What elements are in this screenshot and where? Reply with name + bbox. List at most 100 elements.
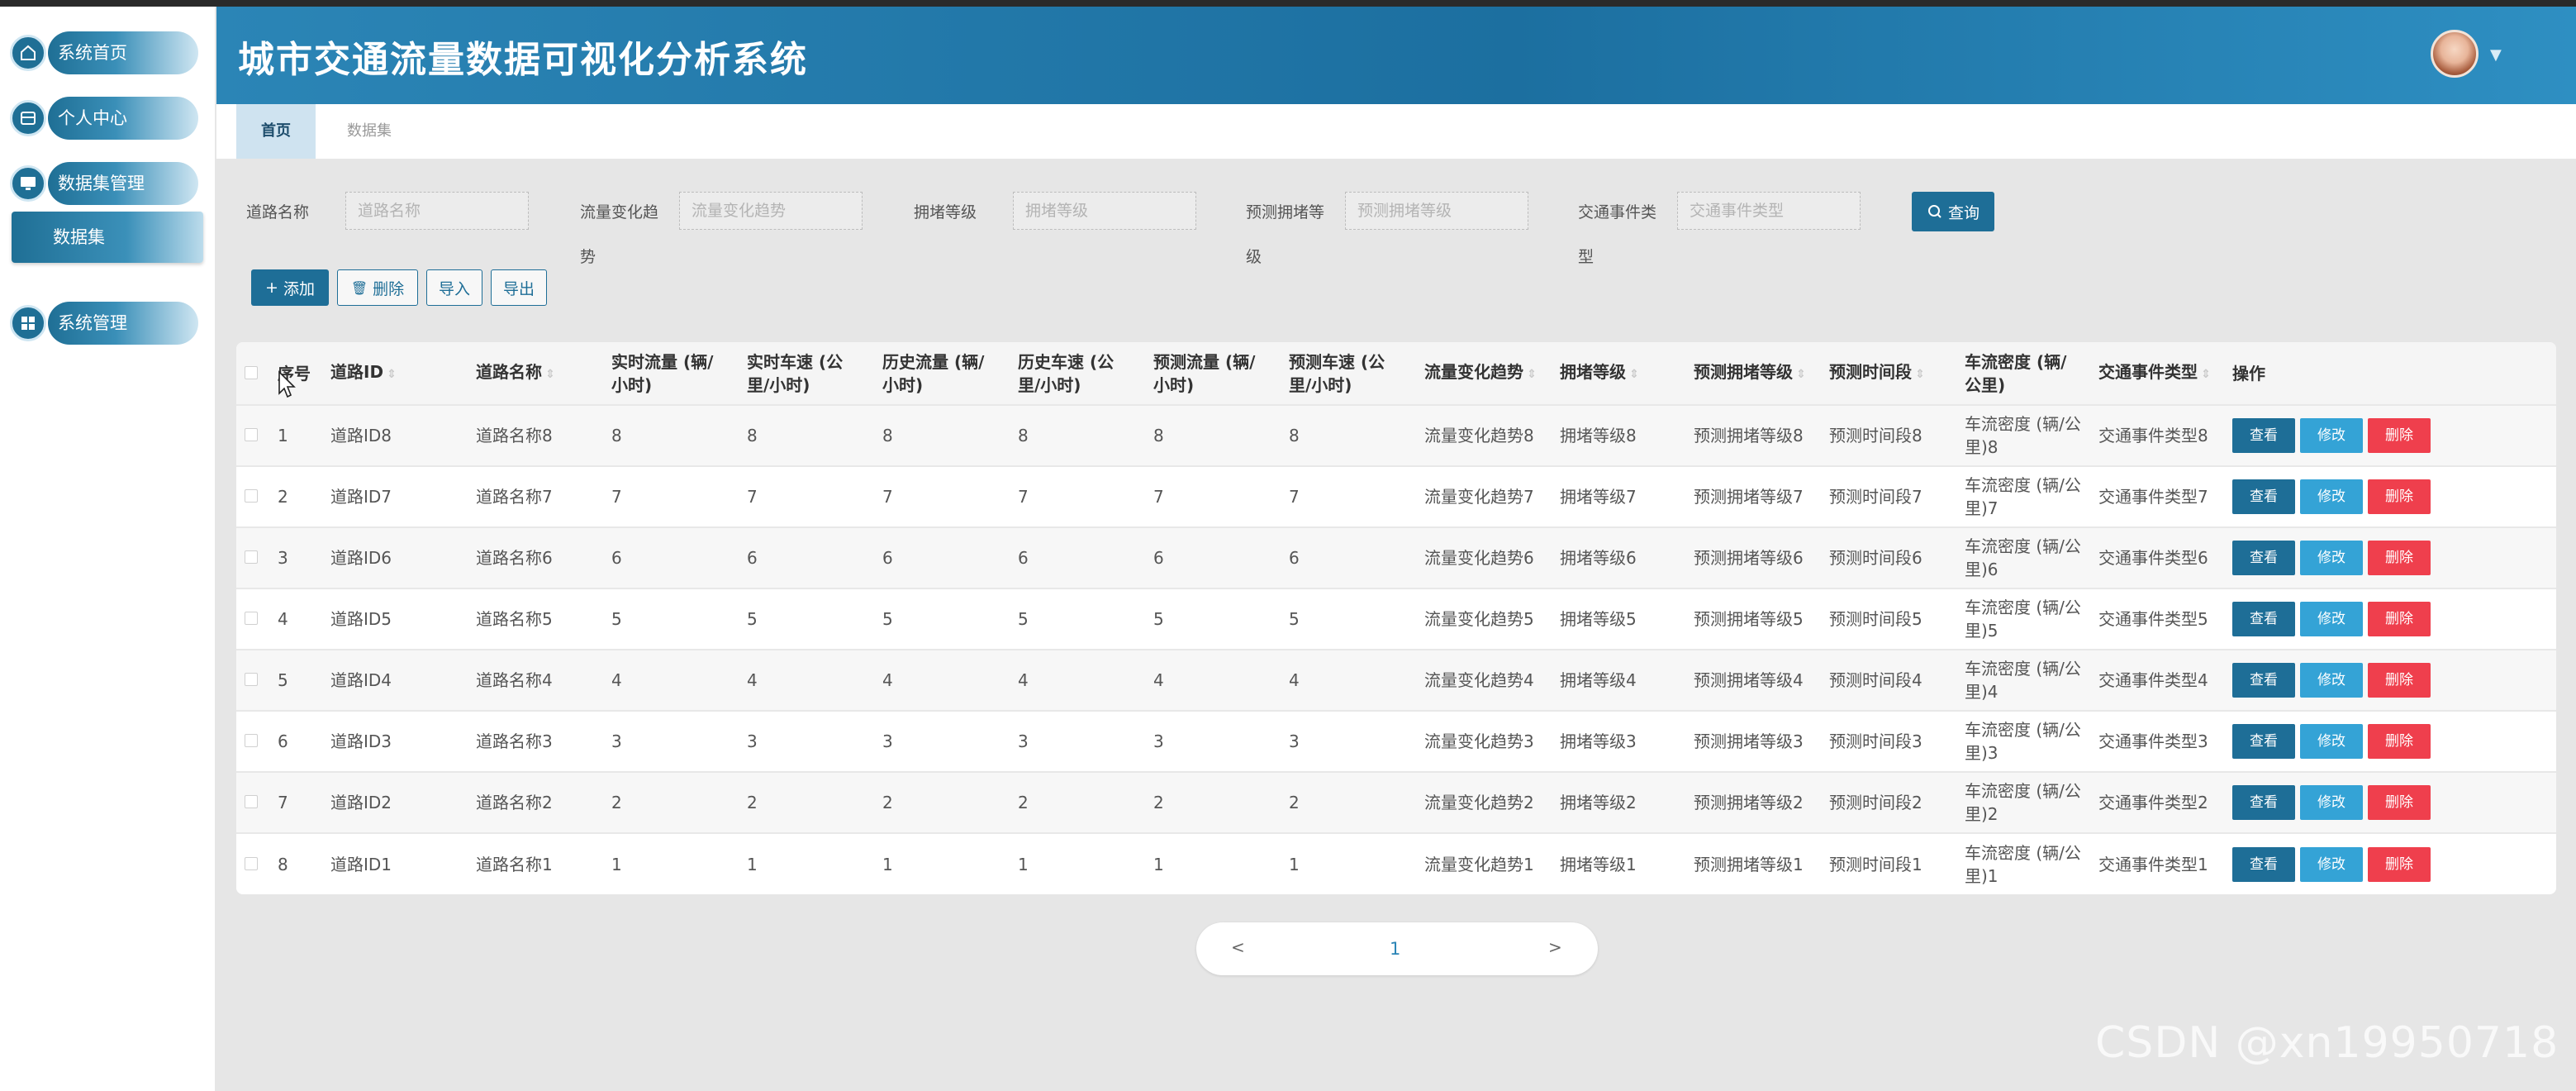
cell-event: 交通事件类型6 (2090, 526, 2224, 588)
delete-button[interactable]: 删除 (2368, 602, 2431, 636)
tab-dataset[interactable]: 数据集 (322, 104, 416, 159)
prev-page-button[interactable]: < (1231, 922, 1245, 972)
cell-rt-flow: 1 (603, 832, 739, 894)
home-icon (10, 35, 46, 71)
cell-density: 车流密度 (辆/公 里)8 (1956, 404, 2090, 466)
caret-down-icon[interactable]: ▼ (2490, 46, 2502, 64)
delete-button[interactable]: 删除 (2368, 418, 2431, 453)
grid-icon (10, 305, 46, 341)
sort-icon[interactable]: ⇕ (387, 368, 397, 381)
sort-icon[interactable]: ⇕ (2201, 368, 2211, 381)
cell-event: 交通事件类型3 (2090, 710, 2224, 772)
col-header-density[interactable]: 车流密度 (辆/公里) (1956, 342, 2090, 405)
delete-button[interactable]: 删除 (2368, 785, 2431, 820)
col-header-road-name[interactable]: 道路名称 ⇕ (468, 342, 603, 405)
edit-button[interactable]: 修改 (2300, 602, 2363, 636)
flow-trend-input[interactable] (679, 192, 863, 230)
avatar[interactable] (2431, 30, 2479, 78)
road-name-input[interactable] (345, 192, 529, 230)
edit-button[interactable]: 修改 (2300, 785, 2363, 820)
view-button[interactable]: 查看 (2232, 541, 2295, 575)
cell-pred-period: 预测时间段1 (1821, 832, 1956, 894)
col-header-pred-period[interactable]: 预测时间段 ⇕ (1821, 342, 1956, 405)
edit-button[interactable]: 修改 (2300, 663, 2363, 698)
sort-icon[interactable]: ⇕ (1629, 368, 1639, 381)
row-checkbox[interactable] (236, 526, 269, 588)
cell-seq: 2 (269, 465, 322, 527)
col-header-trend[interactable]: 流量变化趋势 ⇕ (1416, 342, 1552, 405)
row-checkbox[interactable] (236, 710, 269, 772)
sort-icon[interactable]: ⇕ (1915, 368, 1925, 381)
cell-density: 车流密度 (辆/公 里)3 (1956, 710, 2090, 772)
col-header-hist-speed[interactable]: 历史车速 (公 里/小时) (1010, 342, 1145, 405)
congestion-input[interactable] (1013, 192, 1196, 230)
col-header-pred-flow[interactable]: 预测流量 (辆/小时) (1145, 342, 1281, 405)
row-checkbox[interactable] (236, 771, 269, 833)
edit-button[interactable]: 修改 (2300, 846, 2363, 882)
delete-button[interactable]: 删除 (2368, 663, 2431, 698)
delete-button[interactable]: 删除 (2368, 724, 2431, 759)
cell-pred-flow: 7 (1145, 465, 1281, 527)
view-button[interactable]: 查看 (2232, 724, 2295, 759)
view-button[interactable]: 查看 (2232, 602, 2295, 636)
export-button[interactable]: 导出 (491, 269, 547, 306)
cell-event: 交通事件类型2 (2090, 771, 2224, 833)
sort-icon[interactable]: ⇕ (1527, 368, 1537, 381)
cell-actions: 查看 修改 删除 (2224, 588, 2556, 650)
cell-pred-period: 预测时间段7 (1821, 465, 1956, 527)
col-header-congestion[interactable]: 拥堵等级 ⇕ (1552, 342, 1685, 405)
row-checkbox[interactable] (236, 588, 269, 650)
col-header-hist-flow[interactable]: 历史流量 (辆/小时) (874, 342, 1010, 405)
table-header-row: 序号 道路ID ⇕ 道路名称 ⇕ 实时流量 (辆/小时) 实时车速 (公 里/小时) … (236, 342, 2556, 405)
col-header-pred-speed[interactable]: 预测车速 (公 里/小时) (1281, 342, 1416, 405)
sidebar-subitem-dataset[interactable]: 数据集 (12, 212, 203, 263)
event-type-input[interactable] (1677, 192, 1861, 230)
cell-road-id: 道路ID7 (322, 465, 468, 527)
cell-trend: 流量变化趋势7 (1416, 465, 1552, 527)
cell-pred-flow: 4 (1145, 649, 1281, 711)
mouse-cursor-icon (278, 370, 296, 398)
delete-button[interactable]: 删除 (2368, 541, 2431, 575)
page-number-1[interactable]: 1 (1390, 922, 1400, 975)
pred-congestion-input[interactable] (1345, 192, 1528, 230)
row-checkbox[interactable] (236, 404, 269, 466)
import-button[interactable]: 导入 (426, 269, 482, 306)
view-button[interactable]: 查看 (2232, 846, 2295, 882)
delete-button[interactable]: 删除 (2368, 846, 2431, 882)
col-header-road-id[interactable]: 道路ID ⇕ (322, 342, 468, 405)
sort-icon[interactable]: ⇕ (545, 368, 555, 381)
sort-icon[interactable]: ⇕ (1796, 368, 1806, 381)
cell-actions: 查看 修改 删除 (2224, 465, 2556, 527)
view-button[interactable]: 查看 (2232, 663, 2295, 698)
select-all-checkbox[interactable] (236, 342, 269, 405)
edit-button[interactable]: 修改 (2300, 724, 2363, 759)
query-button[interactable]: 查询 (1912, 192, 1994, 231)
add-button[interactable]: + 添加 (251, 269, 329, 306)
col-header-pred-congestion[interactable]: 预测拥堵等级 ⇕ (1685, 342, 1821, 405)
next-page-button[interactable]: > (1548, 922, 1562, 972)
cell-pred-congestion: 预测拥堵等级2 (1685, 771, 1821, 833)
row-checkbox[interactable] (236, 832, 269, 894)
col-header-rt-flow[interactable]: 实时流量 (辆/小时) (603, 342, 739, 405)
view-button[interactable]: 查看 (2232, 418, 2295, 453)
batch-delete-button[interactable]: 🗑 删除 (337, 269, 418, 306)
edit-button[interactable]: 修改 (2300, 418, 2363, 453)
delete-button[interactable]: 删除 (2368, 479, 2431, 514)
cell-actions: 查看 修改 删除 (2224, 526, 2556, 588)
cell-hist-flow: 3 (874, 710, 1010, 772)
row-checkbox[interactable] (236, 465, 269, 527)
edit-button[interactable]: 修改 (2300, 541, 2363, 575)
filter-label-road-name: 道路名称 (246, 203, 310, 222)
profile-icon (10, 100, 46, 136)
cell-hist-flow: 2 (874, 771, 1010, 833)
cell-seq: 3 (269, 526, 322, 588)
cell-pred-speed: 6 (1281, 526, 1416, 588)
col-header-rt-speed[interactable]: 实时车速 (公 里/小时) (739, 342, 874, 405)
tab-home[interactable]: 首页 (236, 104, 316, 159)
col-header-event-type[interactable]: 交通事件类型 ⇕ (2090, 342, 2224, 405)
row-checkbox[interactable] (236, 649, 269, 711)
view-button[interactable]: 查看 (2232, 479, 2295, 514)
cell-road-name: 道路名称8 (468, 404, 603, 466)
edit-button[interactable]: 修改 (2300, 479, 2363, 514)
view-button[interactable]: 查看 (2232, 785, 2295, 820)
